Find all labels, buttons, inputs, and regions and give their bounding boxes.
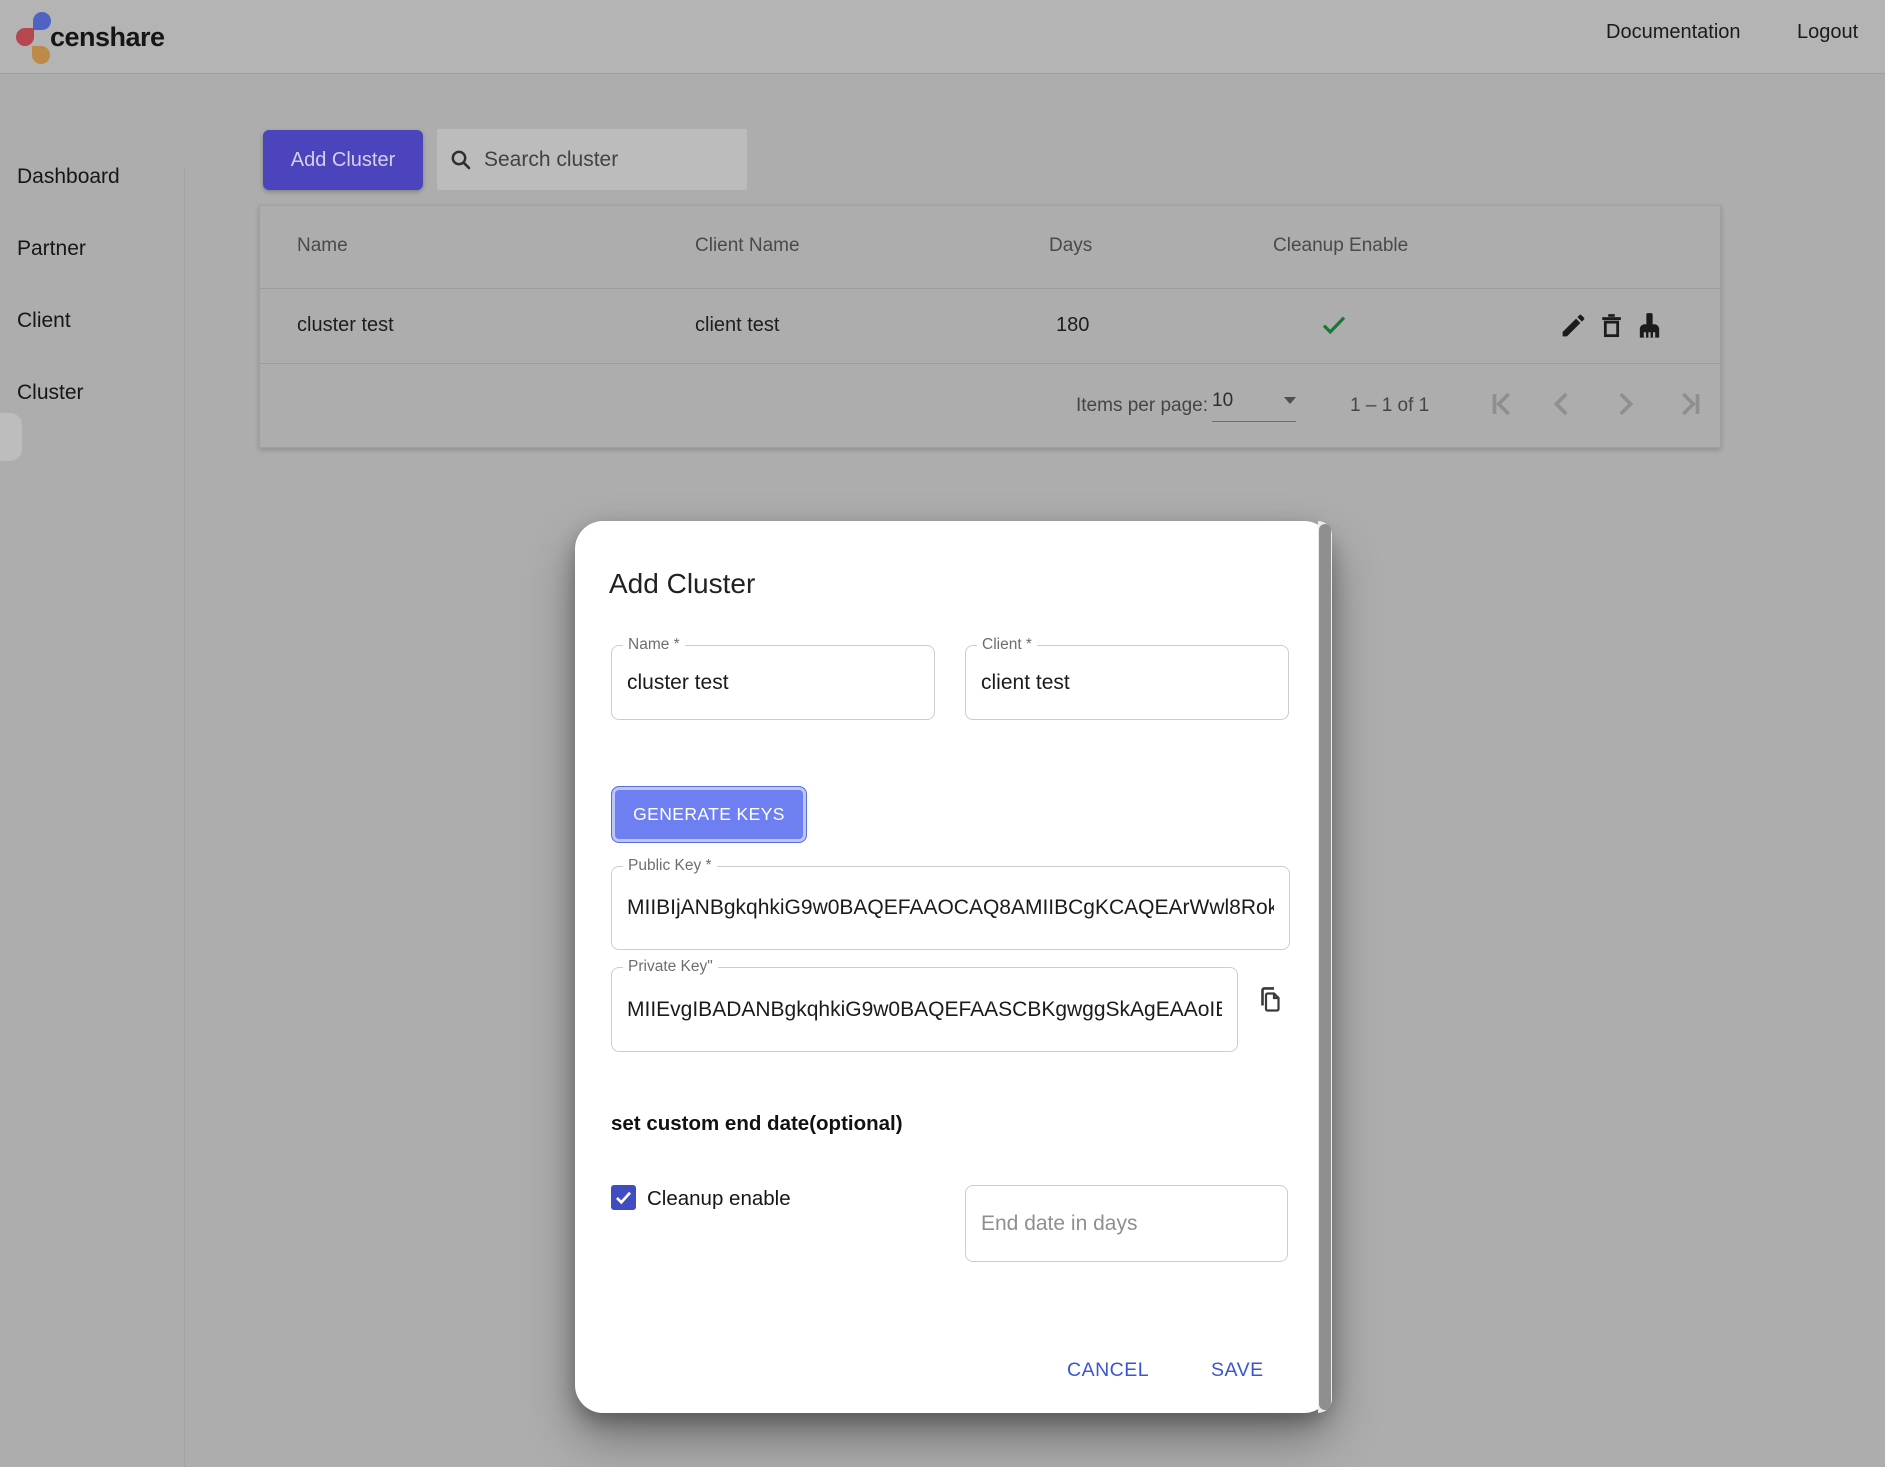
sidebar-active-indicator — [0, 413, 22, 461]
delete-icon[interactable] — [1597, 311, 1626, 340]
next-page-icon[interactable] — [1606, 386, 1644, 424]
table-header-row: Name Client Name Days Cleanup Enable — [260, 206, 1720, 289]
items-per-page-label: Items per page: — [1076, 395, 1208, 417]
public-key-field: Public Key * — [611, 866, 1290, 950]
last-page-icon[interactable] — [1670, 386, 1708, 424]
client-field: Client * — [965, 645, 1289, 720]
add-cluster-dialog: Add Cluster Name * Client * GENERATE KEY… — [575, 521, 1332, 1413]
add-cluster-button[interactable]: Add Cluster — [263, 130, 423, 190]
cell-client: client test — [695, 314, 779, 337]
cell-days: 180 — [1056, 314, 1089, 337]
row-actions — [1559, 311, 1664, 340]
dialog-scrollbar-thumb[interactable] — [1319, 524, 1331, 1410]
cell-name: cluster test — [297, 314, 394, 337]
copy-private-key-icon[interactable] — [1253, 984, 1287, 1018]
sidebar-item-cluster[interactable]: Cluster — [17, 381, 84, 405]
save-button[interactable]: SAVE — [1205, 1359, 1270, 1382]
first-page-icon[interactable] — [1484, 386, 1522, 424]
search-box — [437, 129, 747, 190]
cleanup-enabled-check-icon — [1318, 309, 1350, 341]
column-header-days: Days — [1049, 235, 1092, 257]
end-date-field — [965, 1185, 1288, 1262]
generate-keys-button[interactable]: GENERATE KEYS — [611, 786, 807, 843]
end-date-input[interactable] — [966, 1186, 1287, 1261]
cleanup-icon[interactable] — [1635, 311, 1664, 340]
cleanup-enable-checkbox[interactable] — [611, 1185, 636, 1210]
column-header-cleanup: Cleanup Enable — [1273, 235, 1408, 257]
search-icon — [449, 148, 473, 172]
dialog-scrollbar-track — [1318, 521, 1332, 1413]
search-input[interactable] — [482, 147, 735, 173]
edit-icon[interactable] — [1559, 311, 1588, 340]
items-per-page-value: 10 — [1212, 390, 1233, 412]
custom-end-date-heading: set custom end date(optional) — [611, 1112, 903, 1136]
previous-page-icon[interactable] — [1543, 386, 1581, 424]
table-footer: Items per page: 10 1 – 1 of 1 — [260, 363, 1720, 447]
name-input[interactable] — [612, 646, 934, 719]
client-input[interactable] — [966, 646, 1288, 719]
items-per-page-select[interactable]: 10 — [1212, 390, 1296, 422]
public-key-input[interactable] — [612, 867, 1289, 949]
top-bar: censhare Documentation Logout — [0, 0, 1885, 74]
chevron-down-icon — [1284, 397, 1296, 405]
cleanup-enable-label: Cleanup enable — [647, 1187, 791, 1211]
documentation-link[interactable]: Documentation — [1606, 21, 1741, 44]
logout-link[interactable]: Logout — [1797, 21, 1858, 44]
private-key-field: Private Key" — [611, 967, 1238, 1052]
logo-drop-gold-icon — [32, 46, 50, 64]
column-header-name: Name — [297, 235, 348, 257]
pagination-range-label: 1 – 1 of 1 — [1350, 395, 1429, 417]
logo-drop-red-icon — [16, 28, 34, 46]
cluster-table: Name Client Name Days Cleanup Enable clu… — [259, 205, 1721, 448]
column-header-client: Client Name — [695, 235, 800, 257]
brand-name: censhare — [50, 22, 165, 53]
table-row: cluster test client test 180 — [260, 289, 1720, 364]
sidebar-divider — [184, 168, 185, 1467]
app-root: censhare Documentation Logout Dashboard … — [0, 0, 1885, 1467]
dialog-title: Add Cluster — [609, 568, 755, 600]
sidebar-item-dashboard[interactable]: Dashboard — [17, 165, 120, 189]
private-key-input[interactable] — [612, 968, 1237, 1051]
censhare-logo: censhare — [16, 9, 186, 67]
sidebar-item-client[interactable]: Client — [17, 309, 71, 333]
cancel-button[interactable]: CANCEL — [1061, 1359, 1155, 1382]
sidebar-item-partner[interactable]: Partner — [17, 237, 86, 261]
name-field: Name * — [611, 645, 935, 720]
logo-drop-blue-icon — [33, 12, 51, 30]
checkmark-icon — [613, 1187, 634, 1208]
